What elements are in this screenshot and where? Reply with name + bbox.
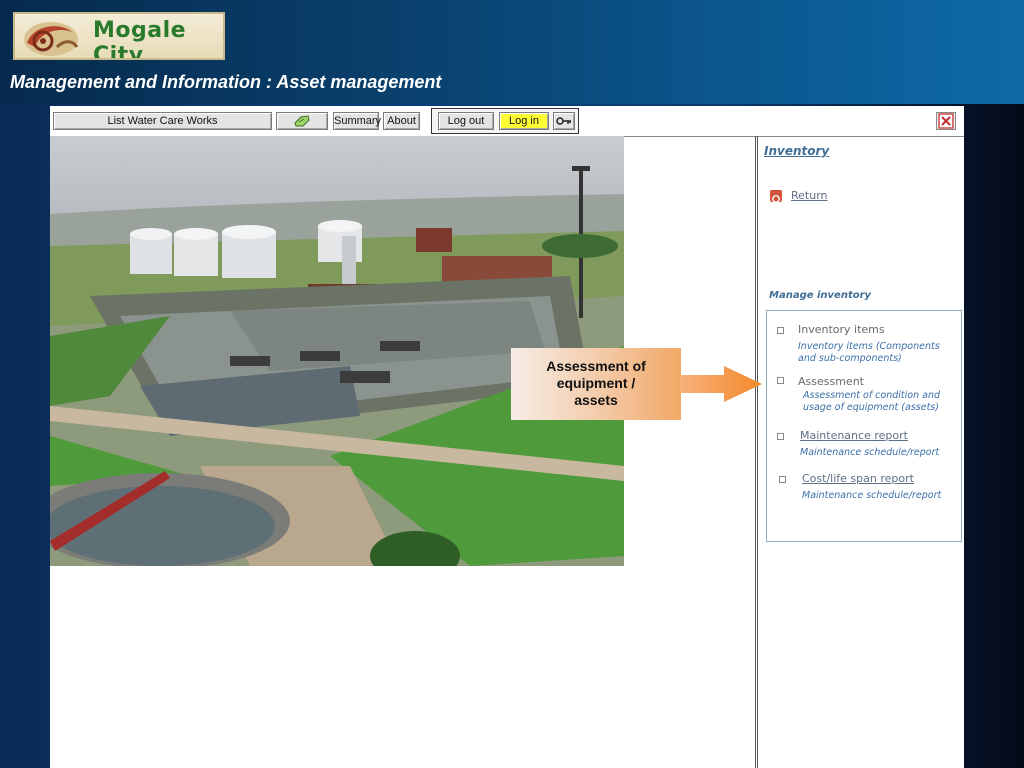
- maintenance-report-link[interactable]: Maintenance report: [800, 429, 908, 442]
- assessment-label[interactable]: Assessment: [798, 375, 864, 388]
- logout-button[interactable]: Log out: [438, 112, 494, 130]
- about-button[interactable]: About: [383, 112, 420, 130]
- map-button[interactable]: [276, 112, 328, 130]
- inventory-panel: Inventory Return Manage inventory Invent…: [758, 136, 964, 768]
- cost-life-span-desc: Maintenance schedule/report: [802, 490, 942, 501]
- inventory-items-desc-1: Inventory items (Components: [798, 341, 940, 352]
- close-icon: [938, 113, 954, 129]
- callout-line-1: Assessment of: [546, 358, 646, 374]
- cost-life-span-report-link[interactable]: Cost/life span report: [802, 472, 914, 485]
- key-button[interactable]: [553, 112, 575, 130]
- logo-emblem-icon: [24, 22, 79, 56]
- inventory-items-label[interactable]: Inventory items: [798, 323, 885, 336]
- close-button[interactable]: [936, 112, 956, 130]
- callout-arrow-icon: [680, 366, 762, 402]
- callout-line-3: assets: [574, 392, 618, 408]
- manage-inventory-box: Inventory items Inventory items (Compone…: [766, 310, 962, 542]
- cost-life-span-checkbox[interactable]: [779, 476, 786, 483]
- map-icon: [294, 115, 310, 127]
- app-window: List Water Care Works Summary About Log …: [50, 106, 964, 768]
- inventory-items-checkbox[interactable]: [777, 327, 784, 334]
- return-icon[interactable]: [770, 190, 782, 203]
- inventory-title-link[interactable]: Inventory: [764, 144, 829, 158]
- summary-button[interactable]: Summary: [333, 112, 381, 130]
- login-button[interactable]: Log in: [499, 112, 549, 130]
- inventory-items-desc-2: and sub-components): [798, 353, 902, 364]
- callout-line-2: equipment /: [556, 375, 636, 391]
- list-water-care-works-button[interactable]: List Water Care Works: [53, 112, 272, 130]
- assessment-desc-2: usage of equipment (assets): [803, 402, 939, 413]
- toolbar: List Water Care Works Summary About Log …: [50, 106, 964, 137]
- return-link[interactable]: Return: [791, 189, 828, 202]
- callout-text: Assessment of equipment / assets: [531, 358, 661, 409]
- auth-group: Log out Log in: [431, 108, 579, 134]
- maintenance-report-checkbox[interactable]: [777, 433, 784, 440]
- maintenance-report-desc: Maintenance schedule/report: [800, 447, 940, 458]
- key-icon: [556, 117, 571, 125]
- record-icon: [772, 195, 780, 203]
- assessment-desc-1: Assessment of condition and: [803, 390, 940, 401]
- logo-text: Mogale City: [93, 18, 187, 60]
- assessment-callout: Assessment of equipment / assets: [511, 348, 681, 420]
- page-title: Management and Information : Asset manag…: [10, 72, 442, 92]
- mogale-city-logo: Mogale City: [13, 12, 225, 60]
- assessment-checkbox[interactable]: [777, 377, 784, 384]
- manage-inventory-title: Manage inventory: [769, 290, 872, 301]
